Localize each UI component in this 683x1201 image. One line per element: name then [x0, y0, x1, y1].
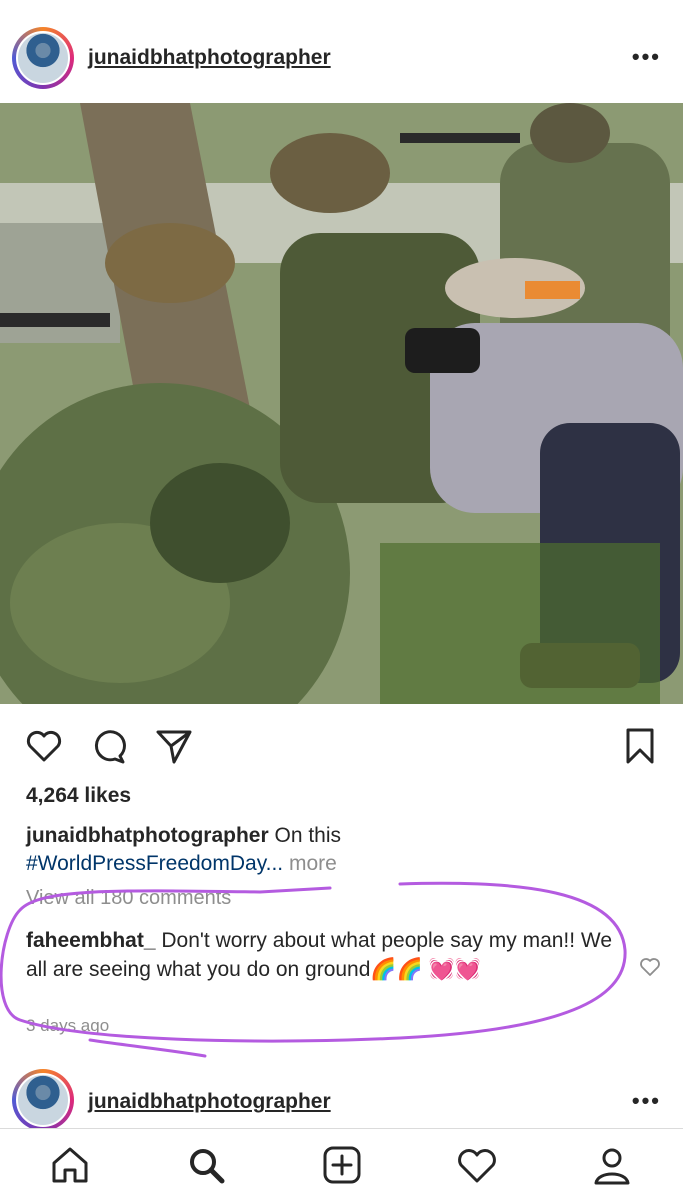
profile-icon[interactable]: [590, 1143, 634, 1187]
caption-more-link[interactable]: more: [289, 852, 337, 875]
post-caption: junaidbhatphotographer On this #WorldPre…: [26, 822, 626, 878]
avatar[interactable]: [16, 1073, 70, 1127]
comment-like-heart-icon[interactable]: [638, 955, 662, 979]
activity-heart-icon[interactable]: [455, 1143, 499, 1187]
story-ring[interactable]: [12, 27, 74, 89]
heart-icon[interactable]: [24, 726, 64, 766]
avatar[interactable]: [16, 31, 70, 85]
next-post-username[interactable]: junaidbhatphotographer: [88, 1090, 331, 1114]
post-username[interactable]: junaidbhatphotographer: [88, 46, 331, 70]
comment-timestamp: 3 days ago: [26, 1016, 110, 1035]
search-icon[interactable]: [184, 1143, 228, 1187]
story-ring[interactable]: [12, 1069, 74, 1131]
add-post-icon[interactable]: [320, 1143, 364, 1187]
caption-username[interactable]: junaidbhatphotographer: [26, 824, 269, 847]
post-photo-illustration: [0, 103, 683, 704]
home-icon[interactable]: [48, 1143, 92, 1187]
post-actions: [0, 712, 683, 776]
caption-text: On this: [274, 824, 342, 847]
bookmark-icon[interactable]: [620, 726, 660, 766]
comment: faheembhat_ Don't worry about what peopl…: [26, 926, 616, 984]
more-options-button[interactable]: •••: [632, 44, 661, 70]
comment-username[interactable]: faheembhat_: [26, 929, 156, 952]
send-icon[interactable]: [154, 726, 194, 766]
post-header: junaidbhatphotographer •••: [0, 18, 683, 102]
more-options-button[interactable]: •••: [632, 1088, 661, 1114]
comment-icon[interactable]: [88, 726, 128, 766]
post-photo[interactable]: [0, 103, 683, 704]
next-post-header: junaidbhatphotographer •••: [0, 1066, 683, 1131]
caption-hashtag[interactable]: #WorldPressFreedomDay...: [26, 852, 283, 875]
likes-count[interactable]: 4,264 likes: [26, 784, 131, 808]
view-all-comments-link[interactable]: View all 180 comments: [26, 887, 231, 910]
bottom-nav: [0, 1128, 683, 1201]
